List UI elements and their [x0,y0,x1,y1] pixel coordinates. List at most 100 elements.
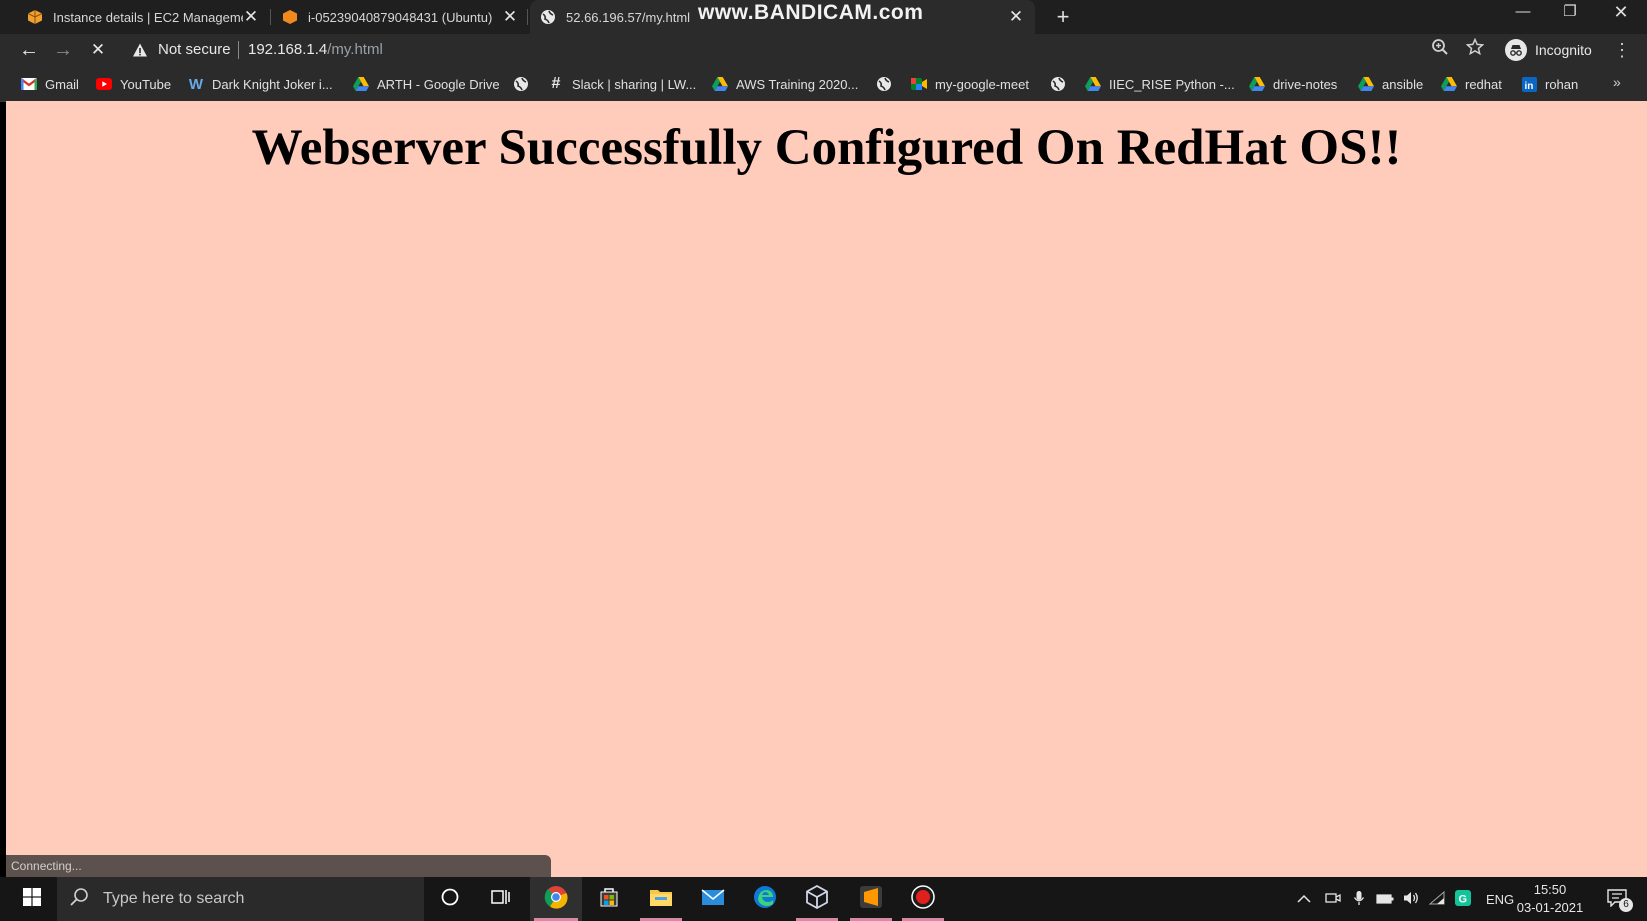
bookmark-label: AWS Training 2020... [736,76,859,92]
record-icon [911,884,935,914]
url-text[interactable]: 192.168.1.4/my.html [248,41,383,58]
bookmark-label: redhat [1465,76,1502,92]
mail-icon [701,888,725,911]
forward-button[interactable]: → [50,37,76,63]
bookmark-drive-notes[interactable]: drive-notes [1249,74,1337,94]
page-content: Webserver Successfully Configured On Red… [6,101,1647,877]
globe-icon [540,9,556,25]
bookmark-iiec-rise[interactable]: IIEC_RISE Python -... [1085,74,1235,94]
notification-icon: 6 [1607,889,1633,912]
star-icon[interactable] [1463,37,1487,62]
taskbar-bandicam[interactable] [898,877,948,921]
cortana-icon [441,888,459,911]
windows-logo-icon [23,887,41,911]
more-bookmarks-icon[interactable]: » [1613,74,1621,90]
linkedin-icon: in [1521,76,1537,92]
drive-icon [1249,76,1265,92]
clock-time: 15:50 [1533,882,1567,897]
taskbar-store[interactable] [584,877,634,921]
drive-icon [1085,76,1101,92]
bookmark-gmail[interactable]: Gmail [21,74,79,94]
grammarly-icon[interactable]: G [1450,889,1476,909]
taskbar-chrome[interactable] [530,877,582,921]
tab-title: 52.66.196.57/my.html [566,9,691,25]
drive-icon [1441,76,1457,92]
bookmark-label: drive-notes [1273,76,1338,92]
bookmark-label: YouTube [120,76,172,92]
chrome-icon [544,885,568,914]
new-tab-button[interactable]: + [1050,4,1076,30]
action-center-button[interactable]: 6 [1598,877,1638,921]
ec2-instance-icon [282,9,298,25]
start-button[interactable] [12,877,52,921]
drive-icon [353,76,369,92]
bookmark-dark-knight[interactable]: W Dark Knight Joker i... [188,74,333,94]
folder-icon [649,887,673,912]
close-tab-icon[interactable]: ✕ [501,8,519,26]
bookmark-my-google-meet[interactable]: my-google-meet [911,74,1029,94]
close-tab-icon[interactable]: ✕ [1007,8,1025,26]
bookmark-arth-drive[interactable]: ARTH - Google Drive [353,74,500,94]
bandicam-watermark: www.BANDICAM.com [698,1,924,24]
close-tab-icon[interactable]: ✕ [242,8,260,26]
loading-status: Connecting... [6,855,551,877]
taskbar-search-box[interactable]: Type here to search [57,877,424,921]
notification-count: 6 [1619,898,1633,912]
taskbar-edge[interactable] [740,877,790,921]
bookmark-slack[interactable]: # Slack | sharing | LW... [548,74,697,94]
bookmark-redhat[interactable]: redhat [1441,74,1502,94]
drive-icon [1358,76,1374,92]
incognito-profile-button[interactable]: Incognito [1505,38,1601,62]
edge-icon [753,885,777,914]
bookmark-globe-2[interactable] [876,74,900,94]
profile-label: Incognito [1535,42,1592,58]
volume-icon[interactable] [1398,890,1424,909]
bookmark-globe-1[interactable] [513,74,537,94]
minimize-button[interactable]: — [1500,0,1546,26]
cortana-button[interactable] [430,877,470,921]
wifi-icon[interactable] [1424,890,1450,908]
taskbar-mail[interactable] [688,877,738,921]
meet-now-icon[interactable] [1320,891,1346,908]
tab-ubuntu-instance[interactable]: i-05239040879048431 (Ubuntu) | ✕ [272,0,527,34]
svg-text:G: G [1459,893,1468,905]
page-heading: Webserver Successfully Configured On Red… [251,120,1402,176]
restore-button[interactable]: ❐ [1547,0,1593,26]
bookmark-label: Dark Knight Joker i... [212,76,333,92]
globe-icon [1050,76,1066,92]
gmail-icon [21,76,37,92]
globe-icon [876,76,892,92]
bookmark-globe-3[interactable] [1050,74,1074,94]
bookmark-label: ansible [1382,76,1424,92]
taskbar-sublime[interactable] [846,877,896,921]
warning-icon[interactable] [132,42,148,58]
address-bar[interactable]: Not secure 192.168.1.4/my.html [122,38,1475,62]
virtualbox-icon [805,884,829,914]
taskbar-virtualbox[interactable] [792,877,842,921]
tab-separator [527,9,528,25]
tab-title: i-05239040879048431 (Ubuntu) | [308,9,494,25]
window-close-button[interactable]: ✕ [1598,0,1644,26]
slack-icon: # [551,75,561,92]
show-hidden-icons-icon[interactable] [1294,892,1314,907]
browser-menu-icon[interactable]: ⋮ [1612,38,1632,62]
bookmark-aws-training[interactable]: AWS Training 2020... [712,74,858,94]
task-view-button[interactable] [481,877,521,921]
meet-icon [911,76,927,92]
taskbar-file-explorer[interactable] [636,877,686,921]
clock-date: 03-01-2021 [1516,900,1584,915]
taskbar-clock[interactable]: 15:50 03-01-2021 [1508,881,1592,917]
stop-loading-button[interactable]: ✕ [85,37,111,63]
zoom-icon[interactable] [1428,38,1452,62]
security-status[interactable]: Not secure [158,41,231,58]
globe-icon [513,76,529,92]
microphone-icon[interactable] [1346,890,1372,909]
battery-icon[interactable] [1372,892,1398,907]
bookmark-label: IIEC_RISE Python -... [1109,76,1235,92]
tab-ec2[interactable]: Instance details | EC2 Manageme ✕ [0,0,268,34]
bookmark-youtube[interactable]: YouTube [96,74,171,94]
back-button[interactable]: ← [16,37,42,63]
bookmark-rohan[interactable]: in rohan [1521,74,1578,94]
bookmark-ansible[interactable]: ansible [1358,74,1423,94]
url-path: /my.html [327,41,383,58]
